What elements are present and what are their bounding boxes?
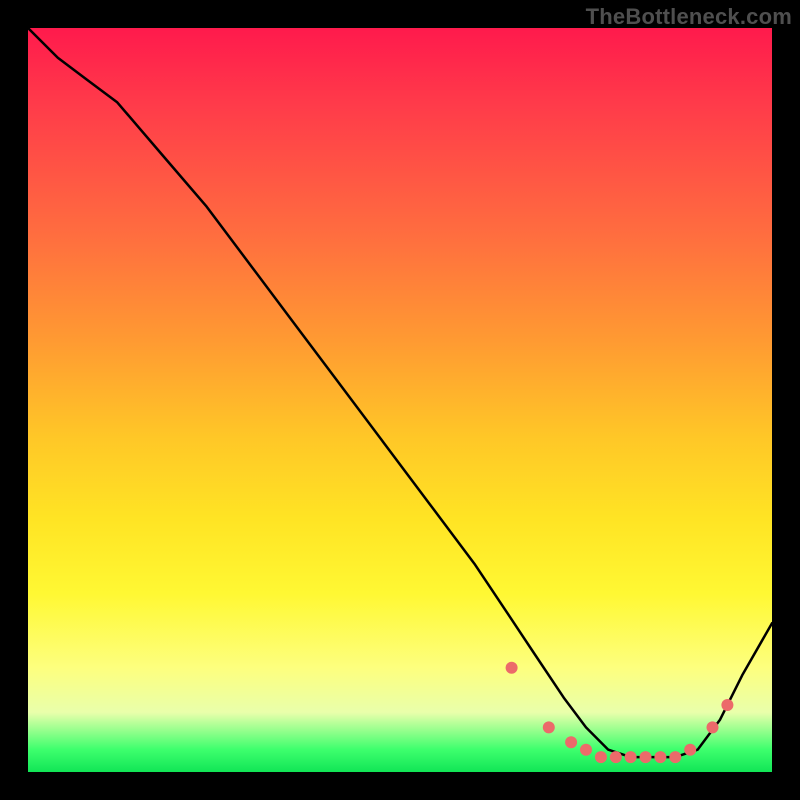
bottleneck-curve (28, 28, 772, 757)
highlight-dot (625, 751, 637, 763)
highlight-dot (721, 699, 733, 711)
chart-frame: TheBottleneck.com (0, 0, 800, 800)
highlight-dot (707, 721, 719, 733)
highlight-dot (506, 662, 518, 674)
watermark-text: TheBottleneck.com (586, 4, 792, 30)
highlight-dot (610, 751, 622, 763)
highlight-dot (684, 744, 696, 756)
highlight-dot (595, 751, 607, 763)
highlight-dot (565, 736, 577, 748)
highlight-dot (543, 721, 555, 733)
plot-area (28, 28, 772, 772)
highlight-dot (654, 751, 666, 763)
highlight-dot (580, 744, 592, 756)
highlight-dot (640, 751, 652, 763)
highlight-dot (669, 751, 681, 763)
chart-svg (28, 28, 772, 772)
